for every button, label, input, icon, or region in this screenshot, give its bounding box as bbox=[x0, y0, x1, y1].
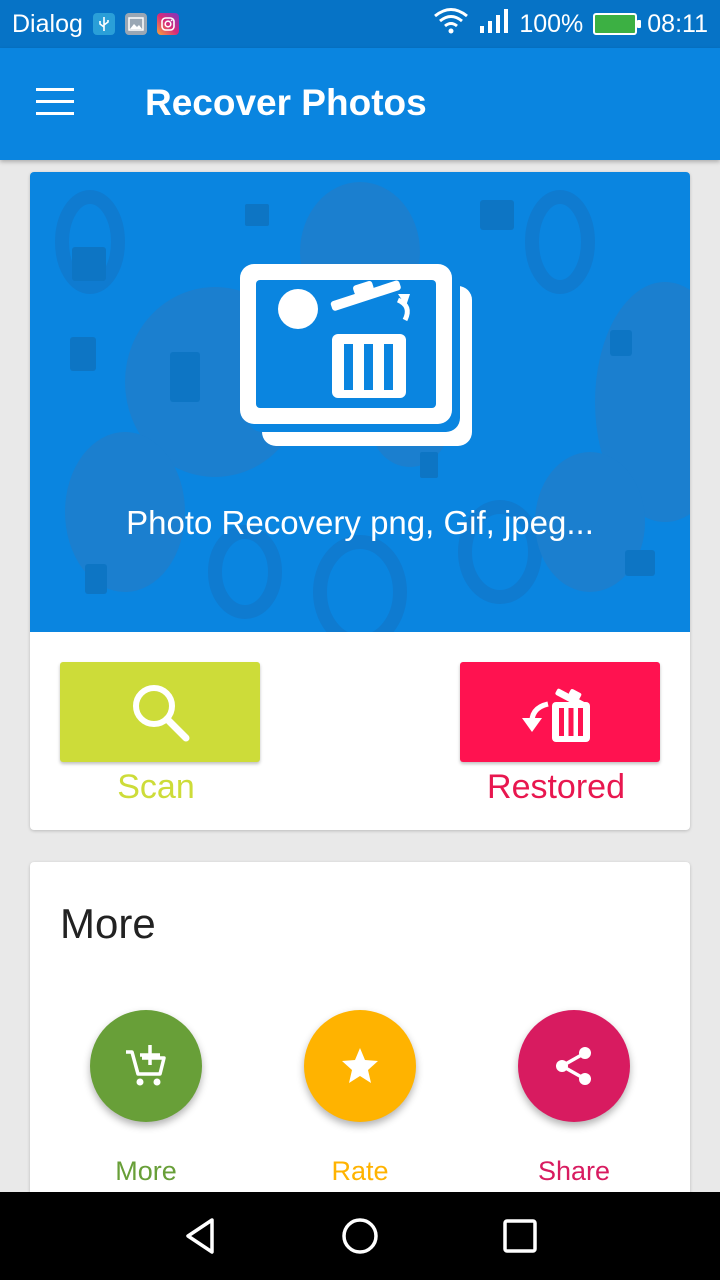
share-button[interactable] bbox=[518, 1010, 630, 1122]
image-icon bbox=[124, 13, 147, 35]
home-icon[interactable] bbox=[336, 1212, 384, 1260]
share-icon bbox=[556, 1047, 591, 1085]
clock: 08:11 bbox=[647, 9, 708, 38]
hamburger-menu-icon[interactable] bbox=[36, 88, 76, 120]
app-title: Recover Photos bbox=[145, 82, 427, 123]
photo-recovery-trash-icon bbox=[240, 264, 472, 446]
hero-subtitle: Photo Recovery png, Gif, jpeg... bbox=[126, 504, 594, 541]
more-apps-label[interactable]: More bbox=[66, 1156, 226, 1187]
star-icon bbox=[342, 1048, 378, 1083]
back-icon[interactable] bbox=[176, 1212, 224, 1260]
wifi-icon bbox=[433, 7, 469, 42]
more-apps-button[interactable] bbox=[90, 1010, 202, 1122]
scan-label[interactable]: Scan bbox=[56, 768, 256, 807]
restored-label[interactable]: Restored bbox=[456, 768, 656, 807]
hero-banner: Photo Recovery png, Gif, jpeg... bbox=[30, 172, 690, 632]
add-cart-icon bbox=[126, 1045, 166, 1086]
signal-icon bbox=[479, 8, 509, 41]
restored-button[interactable] bbox=[460, 662, 660, 762]
navigation-bar bbox=[0, 1192, 720, 1280]
share-label[interactable]: Share bbox=[494, 1156, 654, 1187]
app-bar: Recover Photos bbox=[0, 48, 720, 160]
instagram-icon bbox=[156, 13, 179, 35]
more-card: More More Rate Share bbox=[30, 862, 690, 1202]
rate-label[interactable]: Rate bbox=[280, 1156, 440, 1187]
battery-icon bbox=[593, 13, 642, 35]
battery-percent: 100% bbox=[519, 9, 584, 38]
rate-button[interactable] bbox=[304, 1010, 416, 1122]
carrier-name: Dialog bbox=[12, 9, 83, 38]
scan-button[interactable] bbox=[60, 662, 260, 762]
recents-icon[interactable] bbox=[496, 1212, 544, 1260]
restore-trash-icon bbox=[522, 688, 590, 742]
more-heading: More bbox=[60, 900, 156, 947]
status-bar: Dialog 100% 08:11 bbox=[0, 0, 720, 48]
search-icon bbox=[133, 685, 190, 742]
hero-card: Photo Recovery png, Gif, jpeg... Scan Re… bbox=[30, 172, 690, 830]
usb-icon bbox=[92, 13, 115, 35]
